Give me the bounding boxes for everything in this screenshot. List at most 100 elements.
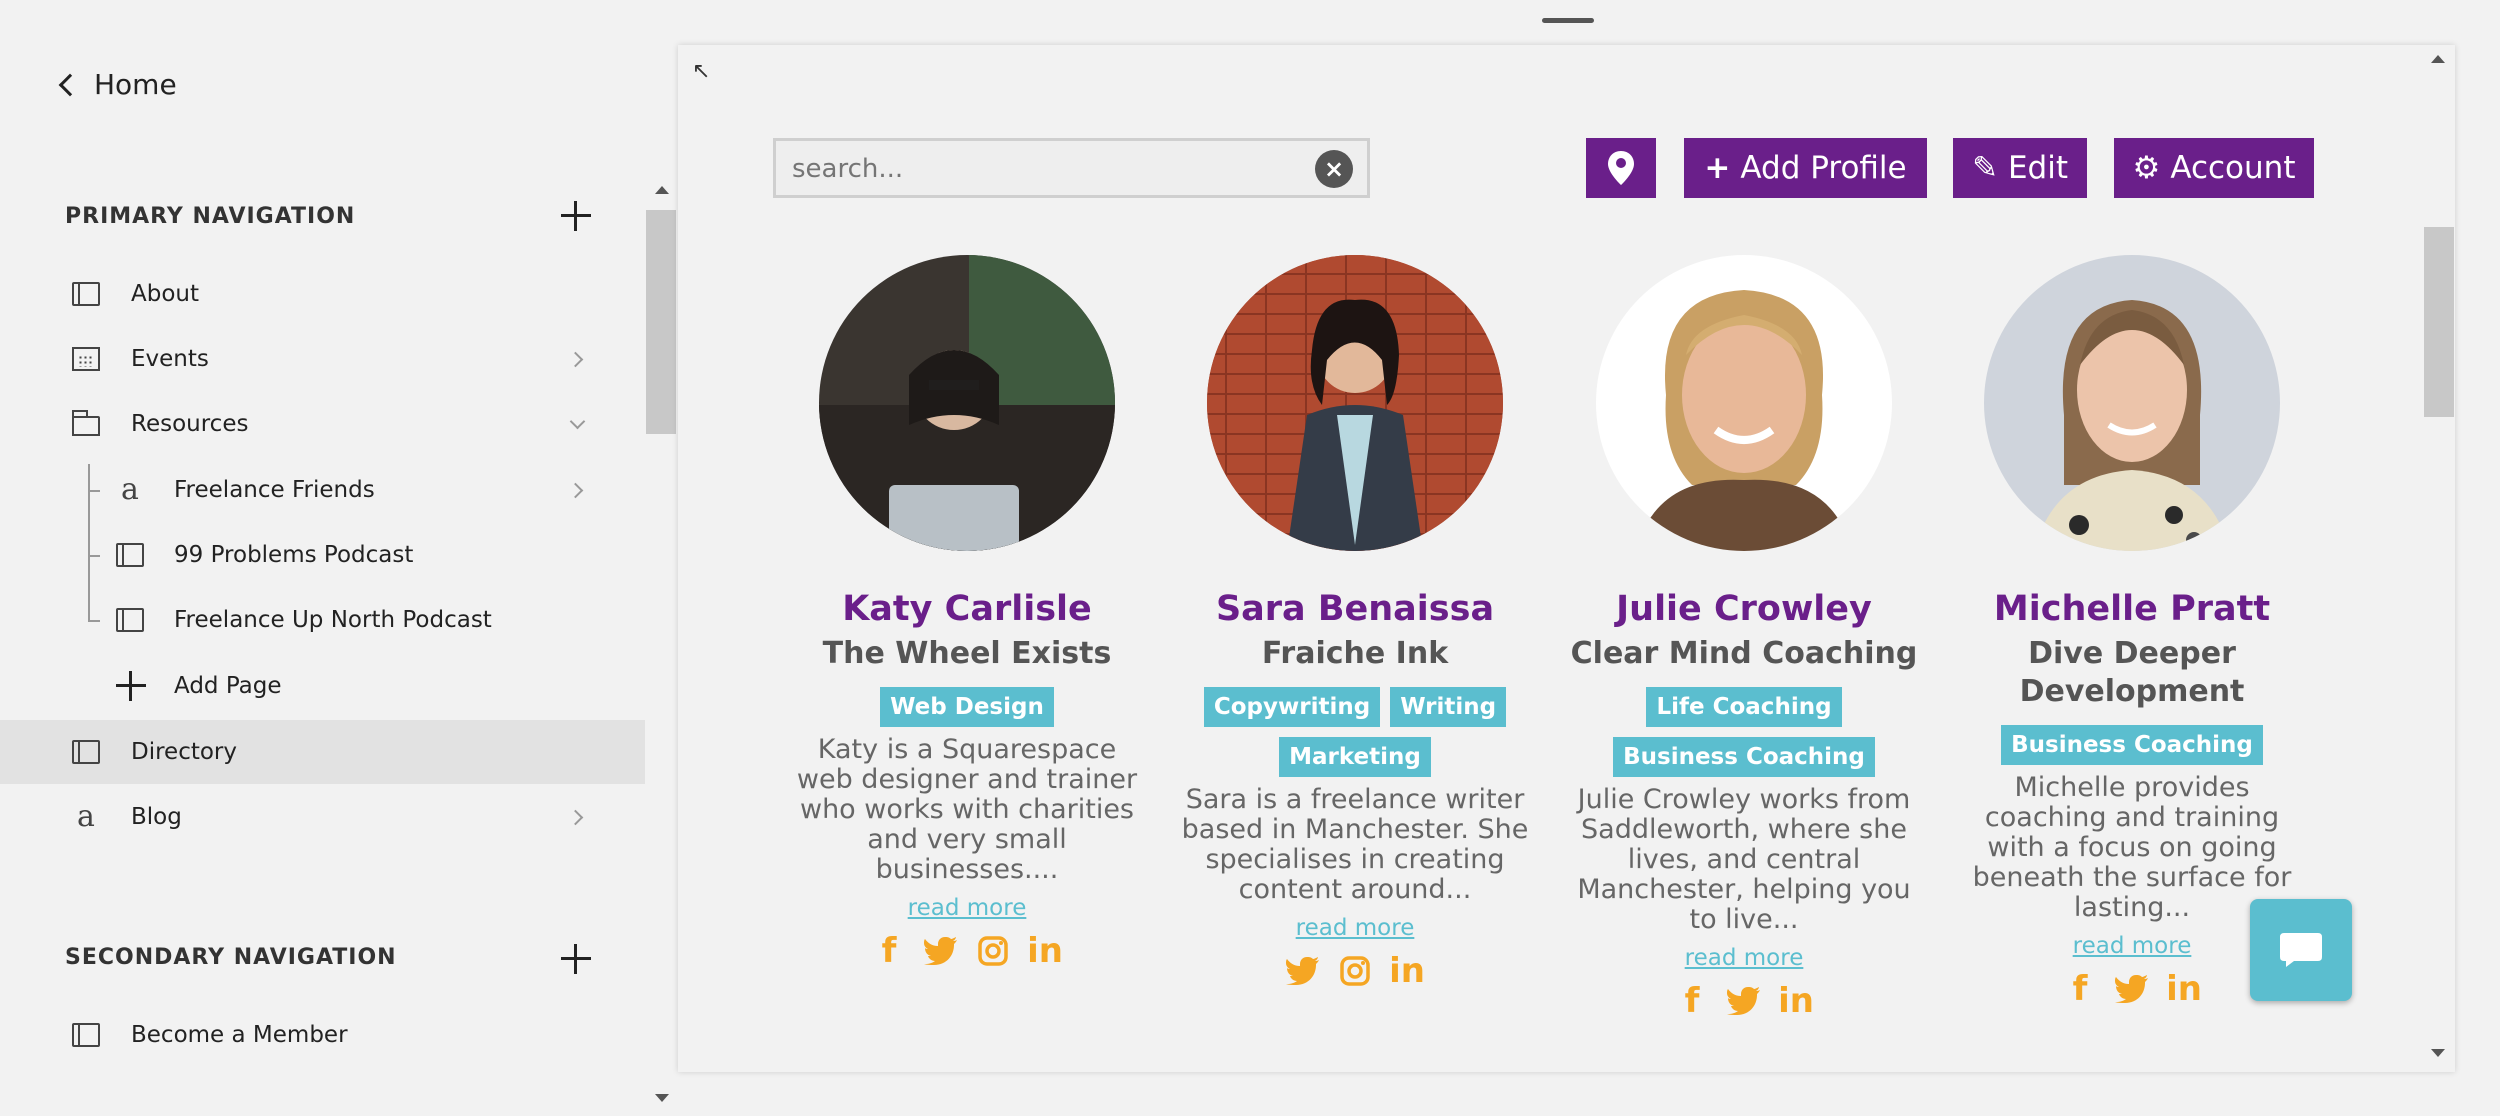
primary-navigation-title: PRIMARY NAVIGATION <box>65 204 356 229</box>
sidebar-item-about[interactable]: About <box>0 262 645 326</box>
sidebar-item-label: Become a Member <box>131 1022 348 1048</box>
profile-description: Julie Crowley works from Saddleworth, wh… <box>1577 784 1911 935</box>
sidebar-item-label: Freelance Friends <box>174 477 375 503</box>
map-pin-button[interactable] <box>1586 138 1656 198</box>
sidebar-item-label: Freelance Up North Podcast <box>174 607 492 633</box>
account-label: Account <box>2170 150 2296 186</box>
sidebar-item-blog[interactable]: a Blog <box>0 785 645 849</box>
twitter-icon[interactable] <box>1726 981 1762 1021</box>
sidebar-item-directory[interactable]: Directory <box>0 720 645 784</box>
folder-icon <box>72 410 100 436</box>
profile-name: Sara Benaissa <box>1215 589 1495 629</box>
facebook-icon[interactable]: f <box>1674 981 1710 1021</box>
profile-tag[interactable]: Web Design <box>880 687 1054 727</box>
read-more-link[interactable]: read more <box>1170 915 1540 941</box>
facebook-icon[interactable]: f <box>871 931 907 971</box>
twitter-icon[interactable] <box>923 931 959 971</box>
add-profile-label: Add Profile <box>1740 150 1907 186</box>
sidebar-item-label: Add Page <box>174 673 282 699</box>
sidebar-item-label: Directory <box>131 739 238 765</box>
sidebar-item-label: 99 Problems Podcast <box>174 542 414 568</box>
twitter-icon[interactable] <box>1285 951 1321 991</box>
add-secondary-nav-plus-icon[interactable] <box>561 944 591 974</box>
read-more-link[interactable]: read more <box>1559 945 1929 971</box>
sidebar-item-become-a-member[interactable]: Become a Member <box>0 1003 645 1067</box>
sidebar-item-events[interactable]: Events <box>0 327 645 391</box>
linkedin-icon[interactable]: in <box>1778 981 1814 1021</box>
profile-description: Katy is a Squarespace web designer and t… <box>796 734 1138 885</box>
edit-button[interactable]: ✎ Edit <box>1953 138 2087 198</box>
profile-tag[interactable]: Marketing <box>1279 737 1431 777</box>
profile-card: Julie Crowley Clear Mind Coaching Life C… <box>1559 255 1929 1021</box>
profile-company: Dive Deeper Development <box>2019 636 2245 709</box>
profile-tag[interactable]: Business Coaching <box>2001 725 2263 765</box>
sidebar-item-label: About <box>131 281 200 307</box>
sidebar-item-label: Events <box>131 346 209 372</box>
profile-photo[interactable] <box>1207 255 1503 551</box>
linkedin-icon[interactable]: in <box>1389 951 1425 991</box>
account-button[interactable]: ⚙ Account <box>2114 138 2314 198</box>
clear-search-icon[interactable]: × <box>1315 150 1353 188</box>
drag-handle[interactable] <box>1542 18 1594 23</box>
add-profile-button[interactable]: + Add Profile <box>1684 138 1927 198</box>
map-pin-icon <box>1608 151 1634 185</box>
sidebar-item-label: Resources <box>131 411 249 437</box>
preview-scrollbar-thumb[interactable] <box>2424 227 2454 417</box>
plus-icon: + <box>1704 150 1731 186</box>
scroll-up-arrow-icon[interactable] <box>655 186 669 194</box>
add-primary-nav-plus-icon[interactable] <box>561 201 591 231</box>
pencil-icon: ✎ <box>1971 150 1998 186</box>
profile-name: Julie Crowley <box>1616 589 1872 629</box>
profile-tag[interactable]: Copywriting <box>1203 687 1381 727</box>
twitter-icon[interactable] <box>2114 969 2150 1009</box>
profile-name: Katy Carlisle <box>842 589 1092 629</box>
home-label: Home <box>94 68 177 101</box>
sidebar-item-99-problems-podcast[interactable]: 99 Problems Podcast <box>0 523 645 587</box>
instagram-icon[interactable] <box>975 931 1011 971</box>
gear-icon: ⚙ <box>2132 150 2161 186</box>
sidebar-item-freelance-up-north-podcast[interactable]: Freelance Up North Podcast <box>0 588 645 652</box>
chevron-right-icon[interactable] <box>567 351 584 367</box>
plus-icon <box>116 671 146 701</box>
page-icon <box>72 1023 100 1047</box>
profile-card: Sara Benaissa Fraiche Ink Copywriting Wr… <box>1170 255 1540 991</box>
page-icon <box>72 282 100 306</box>
profile-name: Michelle Pratt <box>1993 589 2271 629</box>
link-icon: a <box>121 472 139 507</box>
chevron-down-icon[interactable] <box>569 413 586 429</box>
chevron-left-icon <box>58 73 82 96</box>
profile-photo[interactable] <box>819 255 1115 551</box>
sidebar-scrollbar-thumb[interactable] <box>646 210 676 434</box>
chat-button[interactable] <box>2250 899 2352 1001</box>
chevron-right-icon[interactable] <box>567 809 584 825</box>
facebook-icon[interactable]: f <box>2062 969 2098 1009</box>
profile-tag[interactable]: Business Coaching <box>1613 737 1875 777</box>
profile-company: Clear Mind Coaching <box>1570 636 1918 671</box>
sidebar-item-label: Blog <box>131 804 182 830</box>
linkedin-icon[interactable]: in <box>2166 969 2202 1009</box>
profile-photo[interactable] <box>1984 255 2280 551</box>
scroll-down-arrow-icon[interactable] <box>655 1094 669 1102</box>
linkedin-icon[interactable]: in <box>1027 931 1063 971</box>
chevron-right-icon[interactable] <box>567 482 584 498</box>
preview-scroll-down-arrow-icon[interactable] <box>2431 1049 2445 1057</box>
profile-tag[interactable]: Writing <box>1390 687 1507 727</box>
sidebar-item-add-page[interactable]: Add Page <box>0 654 645 718</box>
sidebar-item-freelance-friends[interactable]: a Freelance Friends <box>0 458 645 522</box>
chat-bubble-icon <box>2280 933 2322 967</box>
collapse-arrow-icon[interactable]: ↖ <box>692 59 710 84</box>
edit-label: Edit <box>2007 150 2069 186</box>
profile-tag[interactable]: Life Coaching <box>1646 687 1842 727</box>
profile-card: Katy Carlisle The Wheel Exists Web Desig… <box>782 255 1152 971</box>
search-box[interactable]: × <box>773 138 1370 198</box>
profile-card: Michelle Pratt Dive Deeper Development B… <box>1947 255 2317 1009</box>
home-link[interactable]: Home <box>58 68 177 101</box>
instagram-icon[interactable] <box>1337 951 1373 991</box>
read-more-link[interactable]: read more <box>782 895 1152 921</box>
search-input[interactable] <box>792 153 1292 185</box>
preview-scroll-up-arrow-icon[interactable] <box>2431 55 2445 63</box>
profile-photo[interactable] <box>1596 255 1892 551</box>
sidebar-item-resources[interactable]: Resources <box>0 392 645 456</box>
page-icon <box>116 543 144 567</box>
profile-company: Fraiche Ink <box>1261 636 1449 671</box>
